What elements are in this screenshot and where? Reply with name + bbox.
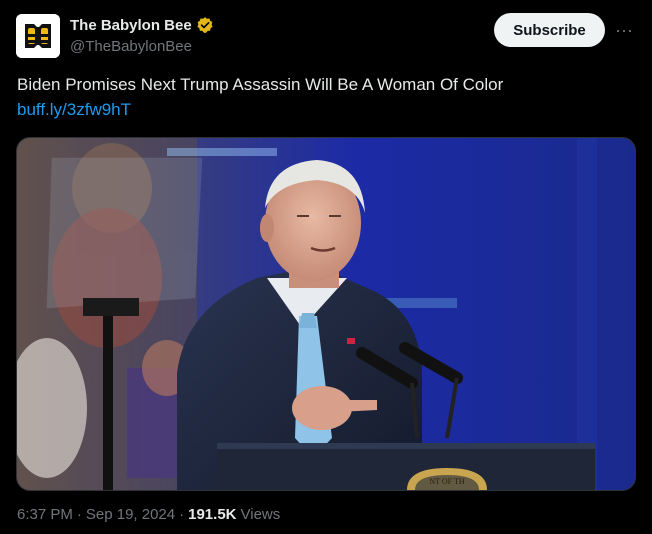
media-illustration: NT OF TH xyxy=(17,138,635,490)
meta-separator: · xyxy=(76,506,82,523)
more-options-icon[interactable]: ··· xyxy=(613,20,635,40)
meta-separator: · xyxy=(179,506,185,523)
handle[interactable]: @TheBabylonBee xyxy=(70,38,214,55)
tweet-date[interactable]: Sep 19, 2024 xyxy=(86,506,175,523)
tweet-link[interactable]: buff.ly/3zfw9hT xyxy=(17,99,131,121)
display-name[interactable]: The Babylon Bee xyxy=(70,17,192,34)
tweet-card: The Babylon Bee @TheBabylonBee Subscribe… xyxy=(0,0,652,534)
tweet-meta: 6:37 PM · Sep 19, 2024 · 191.5K Views xyxy=(17,506,280,523)
views-label: Views xyxy=(240,506,281,523)
author-block: The Babylon Bee @TheBabylonBee xyxy=(70,14,214,55)
bee-logo-icon xyxy=(16,14,60,58)
tweet-time[interactable]: 6:37 PM xyxy=(17,506,73,523)
podium-seal-text: NT OF TH xyxy=(429,477,464,486)
tweet-text: Biden Promises Next Trump Assassin Will … xyxy=(17,75,504,94)
tweet-media-image[interactable]: NT OF TH xyxy=(16,137,636,491)
avatar[interactable] xyxy=(16,14,60,58)
views-count: 191.5K xyxy=(188,506,237,523)
verified-badge-icon[interactable] xyxy=(196,16,214,34)
subscribe-button[interactable]: Subscribe xyxy=(494,13,605,47)
name-row: The Babylon Bee xyxy=(70,14,214,36)
